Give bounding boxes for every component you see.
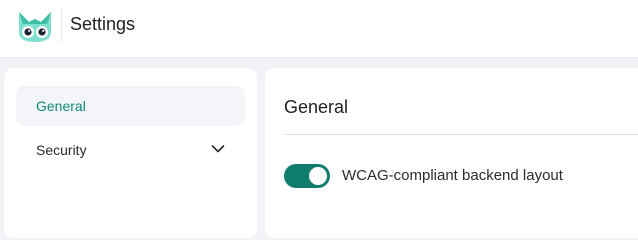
header-divider xyxy=(61,8,62,42)
section-title: General xyxy=(284,97,349,117)
top-bar: Settings xyxy=(0,0,638,58)
page-title: Settings xyxy=(70,14,136,34)
sidebar-item-label: Security xyxy=(36,142,87,158)
wcag-layout-toggle[interactable] xyxy=(284,164,330,188)
wcag-layout-label: WCAG-compliant backend layout xyxy=(342,167,563,184)
section-divider xyxy=(284,134,638,135)
settings-panel: General WCAG-compliant backend layout xyxy=(265,68,638,238)
sidebar-item-general[interactable]: General xyxy=(16,86,245,126)
settings-sidebar: General Security xyxy=(4,68,257,238)
sidebar-item-security[interactable]: Security xyxy=(16,130,245,170)
toggle-knob xyxy=(309,167,327,185)
owl-logo-icon xyxy=(19,12,51,42)
chevron-down-icon xyxy=(211,145,225,153)
sidebar-item-label: General xyxy=(36,98,86,114)
